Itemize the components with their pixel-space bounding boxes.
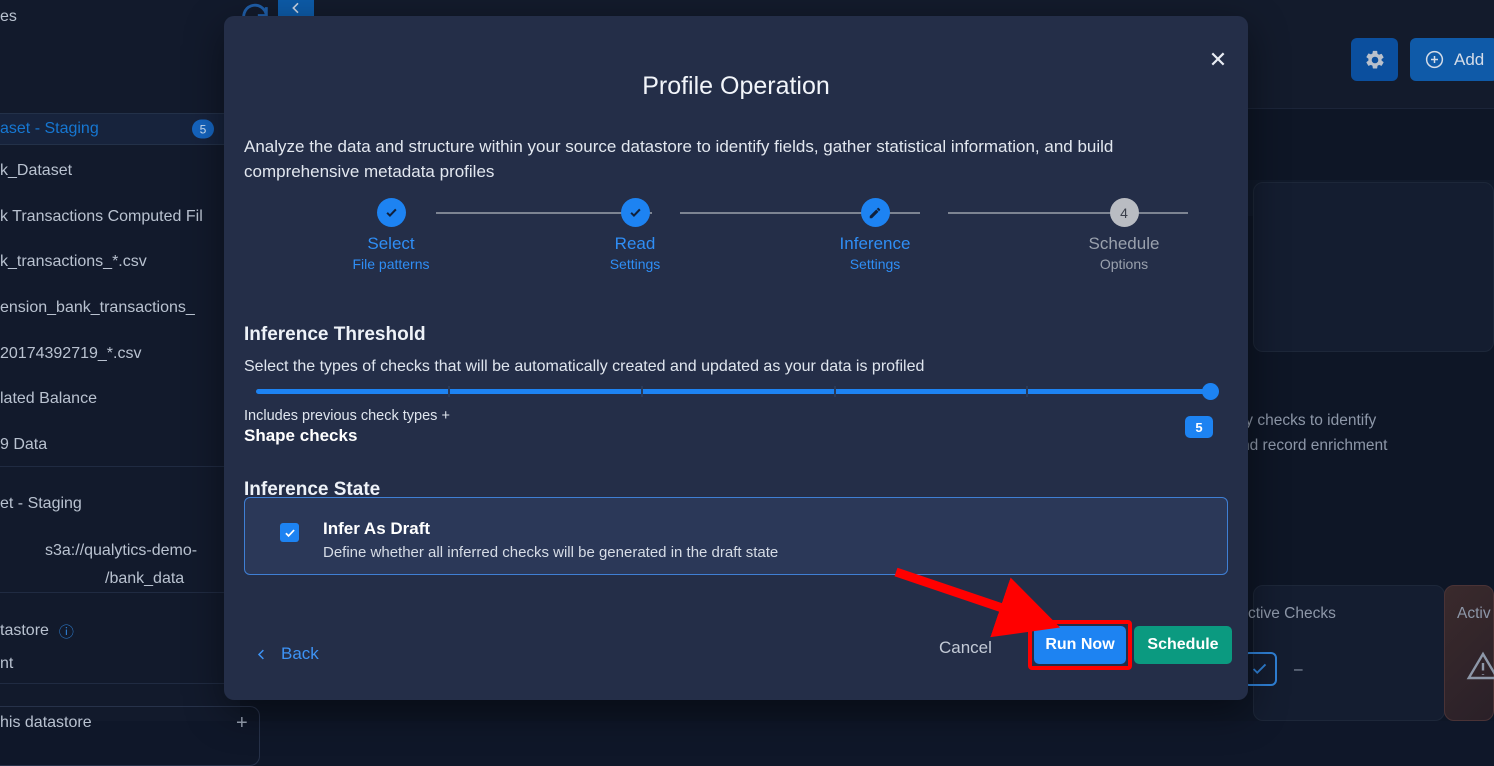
check-icon — [1249, 658, 1271, 680]
modal-description: Analyze the data and structure within yo… — [244, 134, 1208, 184]
background-list-item[interactable]: es — [0, 6, 240, 28]
inference-threshold-slider[interactable] — [256, 379, 1218, 403]
wizard-stepper: Select File patterns Read Settings Infer… — [244, 198, 1228, 298]
check-icon — [283, 526, 297, 540]
inference-threshold-heading: Inference Threshold — [244, 324, 426, 346]
run-now-button[interactable]: Run Now — [1034, 626, 1126, 664]
threshold-caption-line1: Includes previous check types + — [244, 408, 450, 424]
background-list-item-label: 9 Data — [0, 436, 47, 454]
background-list-item-label: k Transactions Computed Fil — [0, 208, 203, 226]
background-text: Activ — [1457, 605, 1491, 623]
back-button-label: Back — [281, 644, 319, 664]
stepper-step-select[interactable]: Select File patterns — [306, 198, 476, 272]
slider-tick — [641, 386, 643, 397]
pencil-icon — [868, 206, 882, 220]
background-list-item[interactable]: k Transactions Computed Fil — [0, 206, 240, 228]
check-icon — [628, 205, 643, 220]
stepper-step-title: Inference — [790, 234, 960, 254]
background-list-item-label: k_transactions_*.csv — [0, 253, 147, 271]
background-list-item-label: lated Balance — [0, 390, 97, 408]
stepper-step-subtitle: Settings — [550, 256, 720, 272]
background-list-item-label: k_Dataset — [0, 162, 72, 180]
stepper-step-title: Select — [306, 234, 476, 254]
background-list-item[interactable]: k_transactions_*.csv — [0, 251, 240, 273]
step-marker-number: 4 — [1110, 198, 1139, 227]
chevron-left-icon — [288, 0, 304, 16]
infer-as-draft-option[interactable]: Infer As Draft Define whether all inferr… — [244, 497, 1228, 575]
background-text: nd record enrichment — [1241, 437, 1387, 455]
threshold-caption-line2: Shape checks — [244, 426, 357, 446]
slider-tick — [834, 386, 836, 397]
background-list-item-label: es — [0, 8, 17, 26]
background-list-item[interactable]: 9 Data — [0, 434, 240, 456]
stepper-step-inference[interactable]: Inference Settings — [790, 198, 960, 272]
infer-as-draft-description: Define whether all inferred checks will … — [323, 544, 778, 561]
background-list-item[interactable]: k_Dataset — [0, 160, 240, 182]
background-list-item-label: aset - Staging — [0, 120, 99, 138]
stepper-connector — [948, 212, 1188, 214]
settings-button[interactable] — [1351, 38, 1398, 81]
infer-as-draft-label: Infer As Draft — [323, 519, 430, 539]
warning-triangle-icon — [1463, 648, 1494, 684]
stepper-step-subtitle: Options — [1039, 256, 1209, 272]
background-list-item[interactable]: aset - Staging 5 — [0, 113, 240, 145]
plus-circle-icon — [1424, 49, 1445, 70]
background-list-item[interactable]: 20174392719_*.csv — [0, 343, 240, 365]
info-icon[interactable]: ⓘ — [59, 621, 74, 642]
background-list-item-label: /bank_data — [0, 570, 184, 588]
stepper-connector — [436, 212, 652, 214]
background-list-item-label: 20174392719_*.csv — [0, 345, 141, 363]
slider-track[interactable] — [256, 389, 1218, 394]
chevron-left-icon — [254, 647, 269, 662]
background-list-item-label: nt — [0, 655, 13, 673]
divider — [0, 683, 240, 684]
background-text: – — [1294, 661, 1303, 679]
background-list-item[interactable]: lated Balance — [0, 388, 240, 410]
back-button[interactable]: Back — [254, 636, 319, 672]
check-square-icon — [1243, 652, 1277, 686]
close-icon[interactable]: ✕ — [1204, 46, 1232, 74]
slider-thumb[interactable] — [1203, 384, 1218, 399]
background-list-item-label: et - Staging — [0, 495, 82, 513]
divider — [0, 592, 240, 593]
step-marker-check — [377, 198, 406, 227]
add-button[interactable]: Add — [1410, 38, 1494, 81]
background-list-item[interactable]: s3a://qualytics-demo- — [0, 540, 240, 562]
profile-operation-modal: ✕ Profile Operation Analyze the data and… — [224, 16, 1248, 700]
stepper-step-title: Schedule — [1039, 234, 1209, 254]
modal-title: Profile Operation — [224, 72, 1248, 101]
background-text: ctive Checks — [1248, 605, 1336, 623]
infer-as-draft-checkbox[interactable] — [280, 523, 299, 542]
gear-icon — [1364, 49, 1386, 71]
background-list-item-badge: 5 — [192, 120, 214, 139]
background-list-item[interactable]: /bank_data — [0, 568, 240, 590]
background-text: ty checks to identify — [1241, 412, 1376, 430]
slider-tick — [1026, 386, 1028, 397]
background-card — [1253, 182, 1494, 352]
check-icon — [384, 205, 399, 220]
divider — [0, 466, 240, 467]
add-button-label: Add — [1454, 50, 1484, 70]
threshold-value-badge: 5 — [1185, 416, 1213, 438]
background-list-item-label: ension_bank_transactions_ — [0, 299, 195, 317]
step-marker-check — [621, 198, 650, 227]
background-list-item-label: tastore — [0, 622, 49, 640]
stepper-step-subtitle: Settings — [790, 256, 960, 272]
cancel-button[interactable]: Cancel — [939, 638, 992, 658]
slider-tick — [448, 386, 450, 397]
background-list-item[interactable]: nt — [0, 653, 240, 675]
stepper-step-schedule[interactable]: 4 Schedule Options — [1039, 198, 1209, 272]
background-list-item[interactable]: tastore ⓘ — [0, 620, 240, 642]
plus-icon: + — [236, 712, 248, 735]
inference-threshold-subtitle: Select the types of checks that will be … — [244, 358, 924, 376]
step-marker-pencil — [861, 198, 890, 227]
stepper-step-title: Read — [550, 234, 720, 254]
stepper-step-subtitle: File patterns — [306, 256, 476, 272]
background-list-item-label: s3a://qualytics-demo- — [0, 542, 197, 560]
stepper-step-read[interactable]: Read Settings — [550, 198, 720, 272]
background-list-item[interactable]: ension_bank_transactions_ — [0, 297, 240, 319]
background-card-bottom — [0, 706, 260, 766]
schedule-button[interactable]: Schedule — [1134, 626, 1232, 664]
background-list-item[interactable]: et - Staging — [0, 493, 240, 515]
